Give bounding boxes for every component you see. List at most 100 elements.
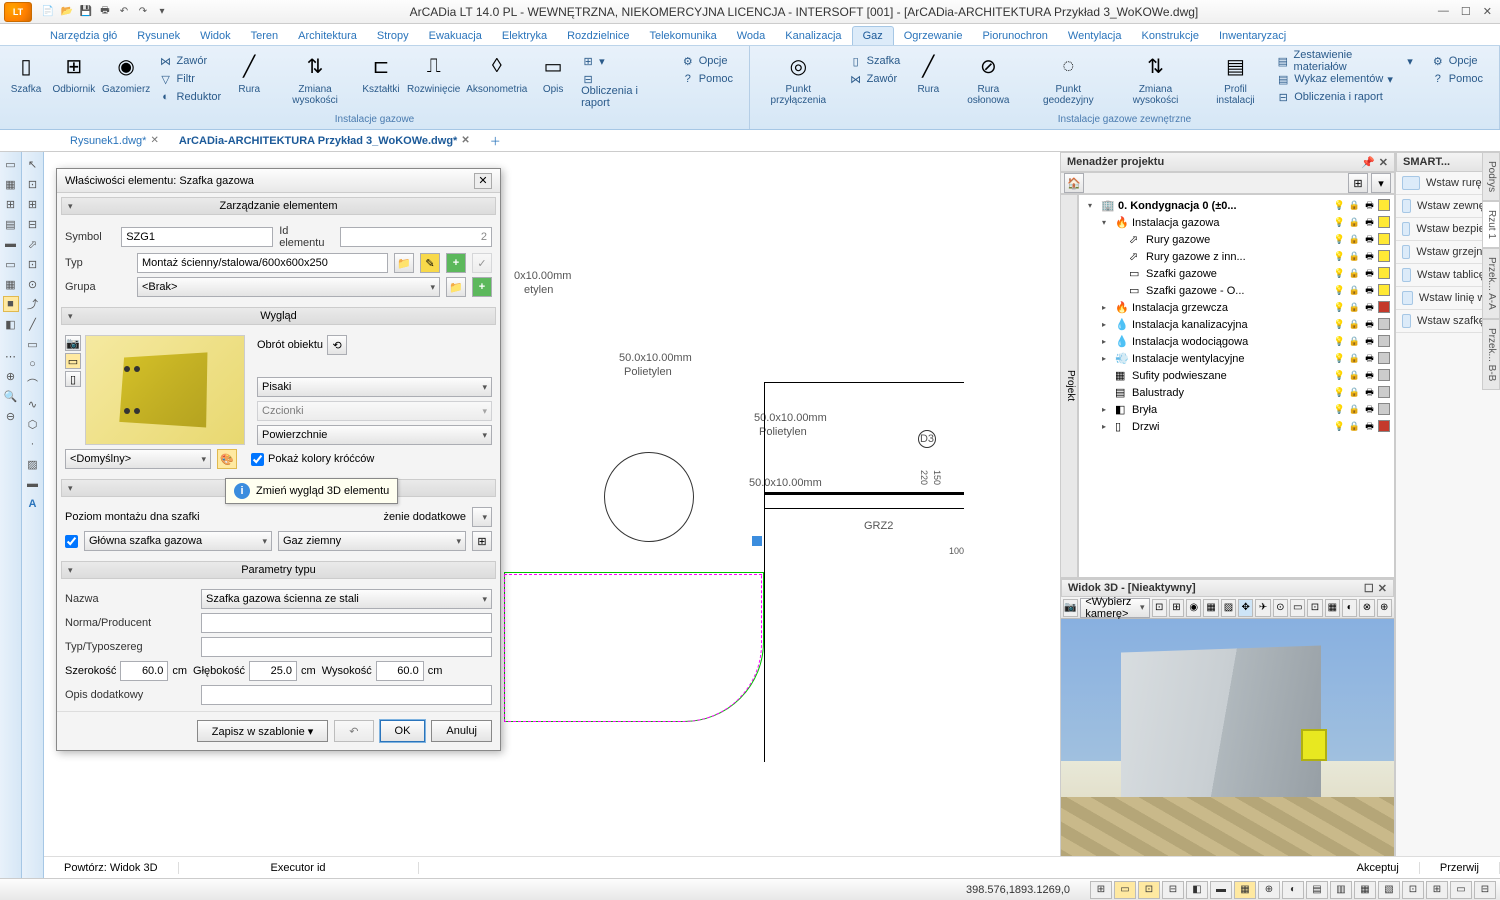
- ribbon-tab[interactable]: Ewakuacja: [419, 27, 492, 45]
- tool-text-icon[interactable]: A: [25, 496, 41, 512]
- save-template-button[interactable]: Zapisz w szablonie ▾: [197, 720, 329, 742]
- v3d-tool[interactable]: ◐: [1342, 599, 1357, 617]
- tool-icon[interactable]: ▬: [25, 476, 41, 492]
- gas-type-button[interactable]: ⊞: [472, 531, 492, 551]
- tree-row[interactable]: ▸💧Instalacja kanalizacyjna💡🔒🖶: [1081, 316, 1392, 333]
- ribbon-btn-aksonometria[interactable]: ◊Aksonometria: [464, 48, 529, 97]
- v3d-tool[interactable]: ✈: [1255, 599, 1270, 617]
- close-tab-icon[interactable]: ✕: [461, 135, 469, 146]
- ribbon-btn-zawor-ext[interactable]: ⋈Zawór: [845, 70, 905, 88]
- qat-save-icon[interactable]: 💾: [78, 4, 94, 20]
- new-tab-button[interactable]: ＋: [480, 130, 511, 152]
- ribbon-btn-rura-osl[interactable]: ⊘Rura osłonowa: [952, 48, 1024, 108]
- camera-icon[interactable]: 📷: [1063, 599, 1078, 617]
- v3d-tool[interactable]: ▭: [1290, 599, 1305, 617]
- section-header[interactable]: ▾Wygląd: [61, 307, 496, 325]
- sb-icon[interactable]: ◐: [1282, 881, 1304, 899]
- ribbon-tab[interactable]: Telekomunika: [639, 27, 726, 45]
- ribbon-btn-reduktor[interactable]: ◐Reduktor: [155, 88, 226, 106]
- tree-row[interactable]: ⬀Rury gazowe💡🔒🖶: [1081, 231, 1392, 248]
- ribbon-btn-zawor[interactable]: ⋈Zawór: [155, 52, 226, 70]
- tool-icon[interactable]: ⊞: [3, 196, 19, 212]
- ribbon-tab[interactable]: Kanalizacja: [775, 27, 851, 45]
- close-button[interactable]: ✕: [1483, 5, 1492, 18]
- v3d-tool[interactable]: ⊡: [1152, 599, 1167, 617]
- show-colors-checkbox[interactable]: Pokaż kolory króćców: [251, 453, 374, 466]
- ribbon-tab[interactable]: Architektura: [288, 27, 367, 45]
- ribbon-tab[interactable]: Stropy: [367, 27, 419, 45]
- view-tab[interactable]: Przek... B-B: [1482, 319, 1500, 390]
- sb-icon[interactable]: ▬: [1210, 881, 1232, 899]
- v3d-tool[interactable]: ⊗: [1359, 599, 1374, 617]
- sb-icon[interactable]: ▧: [1378, 881, 1400, 899]
- ribbon-tab[interactable]: Widok: [190, 27, 241, 45]
- tool-icon[interactable]: ▦: [3, 176, 19, 192]
- ribbon-btn-odbiornik[interactable]: ⊞Odbiornik: [50, 48, 98, 97]
- tool-icon[interactable]: ⊕: [3, 368, 19, 384]
- ribbon-btn-szafka-ext[interactable]: ▯Szafka: [845, 52, 905, 70]
- tool-icon[interactable]: ╱: [25, 316, 41, 332]
- tree-row[interactable]: ▾🏢0. Kondygnacja 0 (±0...💡🔒🖶: [1081, 197, 1392, 214]
- sb-icon[interactable]: ⊕: [1258, 881, 1280, 899]
- app-logo[interactable]: LT: [4, 2, 32, 22]
- ribbon-tab[interactable]: Inwentaryzacj: [1209, 27, 1296, 45]
- sb-icon[interactable]: ▦: [1354, 881, 1376, 899]
- v3d-tool[interactable]: ◉: [1186, 599, 1201, 617]
- v3d-tool[interactable]: ⊙: [1273, 599, 1288, 617]
- view3d-viewport[interactable]: [1061, 619, 1394, 877]
- ok-button[interactable]: OK: [380, 720, 426, 742]
- ribbon-btn-punkt-przyl[interactable]: ◎Punkt przyłączenia: [754, 48, 843, 108]
- minimize-button[interactable]: ―: [1438, 5, 1449, 18]
- ribbon-tab[interactable]: Narzędzia głó: [40, 27, 127, 45]
- project-tree[interactable]: ▾🏢0. Kondygnacja 0 (±0...💡🔒🖶▾🔥Instalacja…: [1078, 194, 1395, 578]
- v3d-tool[interactable]: ⊞: [1169, 599, 1184, 617]
- ribbon-btn-ksztaltki[interactable]: ⊏Kształtki: [359, 48, 403, 97]
- view-tab[interactable]: Przek... A-A: [1482, 248, 1500, 319]
- tree-row[interactable]: ▦Sufity podwieszane💡🔒🖶: [1081, 367, 1392, 384]
- symbol-input[interactable]: [121, 227, 273, 247]
- group-add-button[interactable]: +: [472, 277, 492, 297]
- camera-tab-icon[interactable]: 📷: [65, 335, 81, 351]
- ribbon-tab[interactable]: Teren: [241, 27, 289, 45]
- ribbon-btn-zest-mat[interactable]: ▤Zestawienie materiałów▾: [1272, 52, 1417, 70]
- height-input[interactable]: [376, 661, 424, 681]
- sb-icon[interactable]: ⊡: [1402, 881, 1424, 899]
- sb-icon[interactable]: ⊟: [1162, 881, 1184, 899]
- ribbon-btn-opis[interactable]: ▭Opis: [531, 48, 575, 97]
- tree-row[interactable]: ▸◧Bryła💡🔒🖶: [1081, 401, 1392, 418]
- qat-undo-icon[interactable]: ↶: [116, 4, 132, 20]
- tool-icon[interactable]: ▬: [3, 236, 19, 252]
- ribbon-tab[interactable]: Elektryka: [492, 27, 557, 45]
- view-tab-icon[interactable]: ▯: [65, 371, 81, 387]
- qat-new-icon[interactable]: 📄: [40, 4, 56, 20]
- view-tab[interactable]: Podrys: [1482, 152, 1500, 201]
- ribbon-tab[interactable]: Rozdzielnice: [557, 27, 639, 45]
- tool-icon[interactable]: ⬀: [25, 236, 41, 252]
- panel-tool-icon[interactable]: ▾: [1371, 173, 1391, 193]
- tool-icon[interactable]: ◧: [3, 316, 19, 332]
- tree-row[interactable]: ▸💨Instalacje wentylacyjne💡🔒🖶: [1081, 350, 1392, 367]
- accept-button[interactable]: Akceptuj: [1337, 862, 1420, 874]
- close-tab-icon[interactable]: ✕: [150, 135, 158, 146]
- rotate-button[interactable]: ⟲: [327, 335, 347, 355]
- tree-row[interactable]: ▤Balustrady💡🔒🖶: [1081, 384, 1392, 401]
- section-header[interactable]: ▾Parametry typu: [61, 561, 496, 579]
- extra-desc-input[interactable]: [201, 685, 492, 705]
- view-tab-active[interactable]: Rzut 1: [1482, 201, 1500, 248]
- tree-row[interactable]: ▸💧Instalacja wodociągowa💡🔒🖶: [1081, 333, 1392, 350]
- qat-redo-icon[interactable]: ↷: [135, 4, 151, 20]
- group-select[interactable]: <Brak>: [137, 277, 440, 297]
- ribbon-btn-rozwiniecie[interactable]: ⎍Rozwinięcie: [405, 48, 462, 97]
- norm-input[interactable]: [201, 613, 492, 633]
- tree-row[interactable]: ▸🔥Instalacja grzewcza💡🔒🖶: [1081, 299, 1392, 316]
- ribbon-btn-zmiana-wys2[interactable]: ⇅Zmiana wysokości: [1112, 48, 1199, 108]
- tool-icon[interactable]: ⤴: [25, 296, 41, 312]
- gas-type-select[interactable]: Gaz ziemny: [278, 531, 466, 551]
- tool-icon[interactable]: ⊖: [3, 408, 19, 424]
- ribbon-tab[interactable]: Rysunek: [127, 27, 190, 45]
- type-input[interactable]: [137, 253, 388, 273]
- tree-row[interactable]: ▭Szafki gazowe💡🔒🖶: [1081, 265, 1392, 282]
- file-tab[interactable]: Rysunek1.dwg*✕: [60, 132, 169, 150]
- tool-icon[interactable]: ⋯: [3, 348, 19, 364]
- ribbon-btn-oblicz2[interactable]: ⊟Obliczenia i raport: [1272, 88, 1417, 106]
